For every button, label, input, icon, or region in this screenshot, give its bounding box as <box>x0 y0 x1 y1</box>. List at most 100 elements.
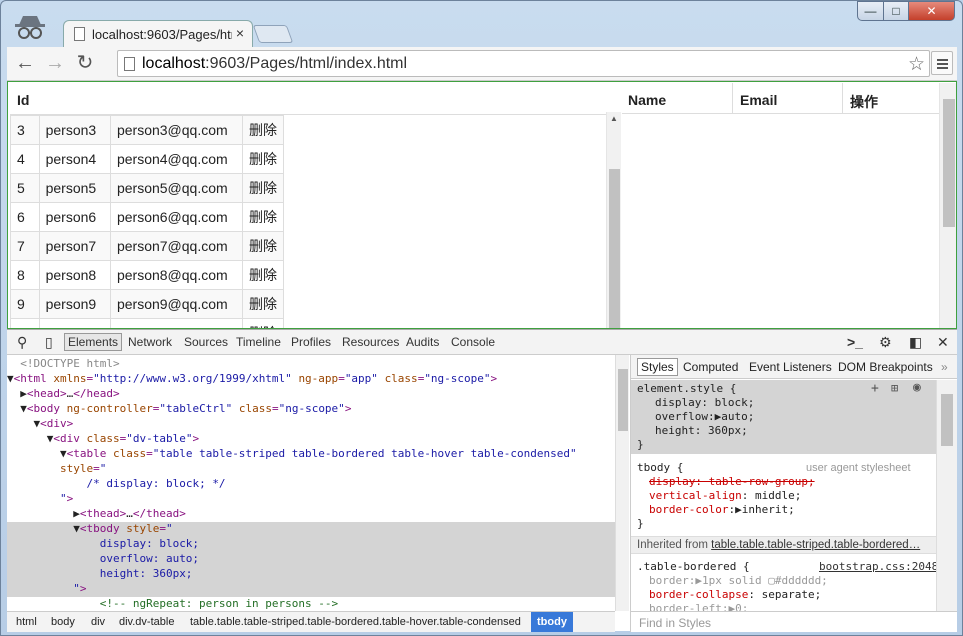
minimize-button[interactable]: — <box>857 1 884 21</box>
delete-link[interactable]: 删除 <box>241 173 284 203</box>
cell-id: 8 <box>10 260 40 290</box>
styles-scrollbar[interactable] <box>936 380 957 611</box>
url-path: :9603/Pages/html/index.html <box>205 55 408 72</box>
inherited-link[interactable]: table.table.table-striped.table-bordered… <box>711 539 920 551</box>
tab-styles[interactable]: Styles <box>637 358 678 376</box>
tab-elements[interactable]: Elements <box>64 333 123 351</box>
scroll-up-icon[interactable]: ▲ <box>610 114 618 123</box>
close-devtools-icon[interactable]: ✕ <box>937 334 949 351</box>
tab-timeline[interactable]: Timeline <box>236 335 281 349</box>
gear-icon[interactable]: ⚙ <box>879 334 892 351</box>
crumb-tbody[interactable]: tbody <box>531 612 573 632</box>
table-header-right: Name Email 操作 <box>622 83 942 114</box>
cell-email: person3@qq.com <box>109 115 243 145</box>
cell-email: person10@qq.com <box>109 318 243 328</box>
browser-tab[interactable]: localhost:9603/Pages/htm × <box>63 20 253 47</box>
tab-network[interactable]: Network <box>128 335 172 349</box>
back-icon[interactable]: ← <box>13 52 37 74</box>
incognito-icon <box>15 16 45 39</box>
crumb-body[interactable]: body <box>51 616 75 628</box>
elements-scrollbar[interactable] <box>615 355 629 611</box>
color-format-icon[interactable]: ◉ <box>913 380 921 395</box>
scroll-thumb[interactable] <box>609 169 620 328</box>
maximize-button[interactable]: □ <box>883 1 909 21</box>
close-window-button[interactable]: ✕ <box>908 1 955 21</box>
dom-line[interactable]: <!DOCTYPE html> <box>7 357 615 372</box>
rule-close: } <box>637 517 644 530</box>
tab-dom-breakpoints[interactable]: DOM Breakpoints <box>838 360 933 374</box>
tab-profiles[interactable]: Profiles <box>291 335 331 349</box>
crumb-html[interactable]: html <box>16 616 37 628</box>
dom-line[interactable]: style=" <box>7 462 615 477</box>
delete-link[interactable]: 删除 <box>241 260 284 290</box>
dock-side-icon[interactable]: ◧ <box>909 334 922 351</box>
dom-line[interactable]: ▼<div> <box>7 417 615 432</box>
dom-line-selected[interactable]: height: 360px; <box>7 567 615 582</box>
bootstrap-source-link[interactable]: bootstrap.css:2048 <box>819 560 938 574</box>
header-name: Name <box>628 92 667 108</box>
delete-link[interactable]: 删除 <box>241 289 284 319</box>
tab-resources[interactable]: Resources <box>342 335 399 349</box>
tab-computed[interactable]: Computed <box>683 360 738 374</box>
dom-line[interactable]: ▼<body ng-controller="tableCtrl" class="… <box>7 402 615 417</box>
tab-audits[interactable]: Audits <box>406 335 439 349</box>
style-prop[interactable]: display: block; <box>655 396 754 410</box>
styles-pane: Styles Computed Event Listeners DOM Brea… <box>630 355 957 611</box>
persons-table: 3 person3 person3@qq.com 删除 4 person4 person4@… <box>10 115 284 328</box>
tab-event-listeners[interactable]: Event Listeners <box>749 360 832 374</box>
dom-line-selected[interactable]: ▼<tbody style=" <box>7 522 615 537</box>
delete-link[interactable]: 删除 <box>241 231 284 261</box>
tab-close-icon[interactable]: × <box>236 25 244 41</box>
dom-line[interactable]: "> <box>7 492 615 507</box>
dom-line-selected[interactable]: "> <box>7 582 615 597</box>
delete-link[interactable]: 删除 <box>241 115 284 145</box>
dom-line[interactable]: ▼<html xmlns="http://www.w3.org/1999/xht… <box>7 372 615 387</box>
dom-line[interactable]: ▼<table class="table table-striped table… <box>7 447 615 462</box>
style-prop[interactable]: height: 360px; <box>655 424 748 438</box>
ua-stylesheet-label: user agent stylesheet <box>806 462 911 474</box>
dom-line-selected[interactable]: overflow: auto; <box>7 552 615 567</box>
toggle-state-icon[interactable]: ⊞ <box>891 381 898 395</box>
scroll-thumb[interactable] <box>943 99 955 227</box>
dom-line[interactable]: ▼<div class="dv-table"> <box>7 432 615 447</box>
find-placeholder: Find in Styles <box>639 616 712 630</box>
cell-id: 7 <box>10 231 40 261</box>
tbody-scrollbar[interactable]: ▲ <box>606 112 621 328</box>
elements-tree[interactable]: <!DOCTYPE html> ▼<html xmlns="http://www… <box>7 355 615 611</box>
page-scrollbar[interactable] <box>939 83 956 328</box>
reload-icon[interactable]: ↻ <box>73 52 97 74</box>
url-text[interactable]: localhost:9603/Pages/html/index.html <box>142 55 407 73</box>
inspect-icon[interactable]: ⚲ <box>17 334 27 351</box>
device-mode-icon[interactable]: ▯ <box>45 334 53 351</box>
address-bar[interactable]: localhost:9603/Pages/html/index.html ☆ <box>117 50 930 77</box>
scroll-thumb[interactable] <box>941 394 953 446</box>
more-tabs-icon[interactable]: » <box>941 360 948 374</box>
dom-line[interactable]: <!-- ngRepeat: person in persons --> <box>7 597 615 611</box>
delete-link[interactable]: 删除 <box>241 318 284 328</box>
console-drawer-icon[interactable]: >_ <box>847 334 863 350</box>
dom-line[interactable]: ▶<thead>…</thead> <box>7 507 615 522</box>
style-prop[interactable]: overflow:▶auto; <box>655 410 754 424</box>
page-icon <box>124 57 135 71</box>
style-prop: border-color:▶inherit; <box>649 503 795 516</box>
new-tab-button[interactable] <box>252 25 294 43</box>
crumb-table[interactable]: table.table.table-striped.table-bordered… <box>190 616 521 628</box>
dom-line[interactable]: ▶<head>…</head> <box>7 387 615 402</box>
delete-link[interactable]: 删除 <box>241 144 284 174</box>
dom-line-selected[interactable]: display: block; <box>7 537 615 552</box>
tbody-selector: tbody { <box>637 461 684 474</box>
chrome-menu-icon[interactable] <box>931 51 953 75</box>
breadcrumb: html body div div.dv-table table.table.t… <box>7 611 615 632</box>
delete-link[interactable]: 删除 <box>241 202 284 232</box>
scroll-thumb[interactable] <box>618 369 628 431</box>
dom-line[interactable]: /* display: block; */ <box>7 477 615 492</box>
tab-console[interactable]: Console <box>451 335 495 349</box>
tab-sources[interactable]: Sources <box>184 335 228 349</box>
forward-icon[interactable]: → <box>43 52 67 74</box>
inherited-header: Inherited from table.table.table-striped… <box>631 536 937 554</box>
crumb-dv-table[interactable]: div.dv-table <box>119 616 174 628</box>
find-in-styles-input[interactable]: Find in Styles <box>630 611 957 632</box>
bookmark-star-icon[interactable]: ☆ <box>908 53 925 76</box>
crumb-div[interactable]: div <box>91 616 105 628</box>
new-rule-icon[interactable]: + <box>871 381 879 396</box>
